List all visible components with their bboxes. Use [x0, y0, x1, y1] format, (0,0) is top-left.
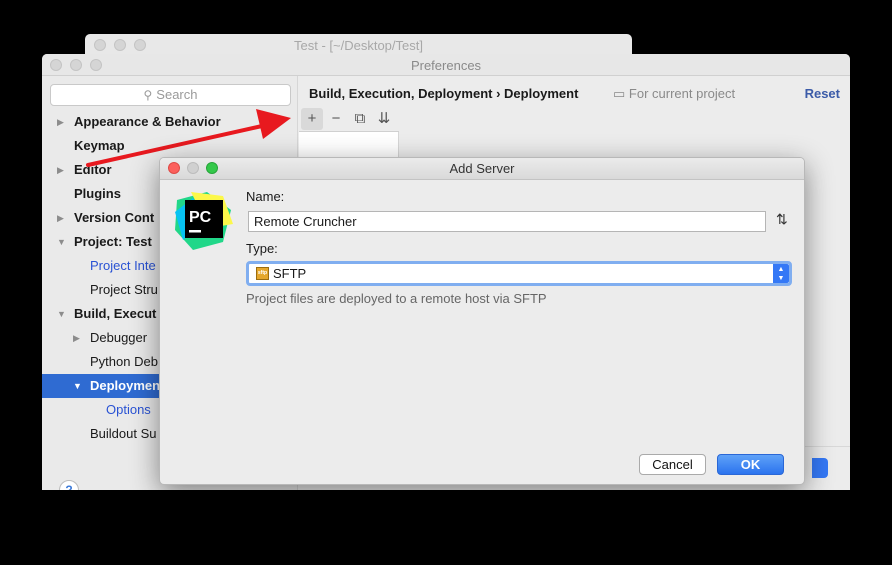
tree-item-label: Debugger: [90, 330, 148, 345]
collapsed-arrow-icon[interactable]: ▶: [57, 158, 64, 182]
search-placeholder: Search: [156, 87, 198, 102]
tree-item-label: Plugins: [74, 186, 121, 201]
tree-item[interactable]: Keymap: [42, 134, 298, 158]
ok-button[interactable]: OK: [717, 454, 784, 475]
search-icon: ⚲: [143, 88, 153, 102]
expanded-arrow-icon[interactable]: ▼: [73, 374, 82, 398]
breadcrumb: Build, Execution, Deployment › Deploymen…: [309, 86, 579, 101]
tree-item-label: Build, Execut: [74, 306, 157, 321]
remove-icon[interactable]: −: [325, 108, 347, 130]
sort-arrows-icon[interactable]: ⇅: [776, 211, 788, 228]
collapsed-arrow-icon[interactable]: ▶: [73, 326, 80, 350]
tree-item-label: Project Stru: [90, 282, 158, 297]
tree-item-label: Buildout Su: [90, 426, 157, 441]
deployment-toolbar: + − ⧉ ⇊: [299, 106, 399, 132]
project-scope-icon: ▭: [613, 86, 629, 101]
collapsed-arrow-icon[interactable]: ▶: [57, 206, 64, 230]
type-select[interactable]: sftp SFTP ▲ ▼: [246, 261, 792, 286]
pycharm-logo-icon: PC: [175, 192, 233, 250]
import-icon[interactable]: ⇊: [373, 108, 395, 130]
tree-item-label: Project Inte: [90, 258, 156, 273]
dialog-title: Add Server: [449, 161, 515, 176]
tree-item-label: Version Cont: [74, 210, 155, 225]
scope-label: ▭ For current project: [613, 86, 735, 102]
copy-icon[interactable]: ⧉: [349, 108, 371, 130]
name-label: Name:: [246, 189, 285, 204]
window-title: Test - [~/Desktop/Test]: [294, 38, 423, 53]
collapsed-arrow-icon[interactable]: ▶: [57, 110, 64, 134]
tree-item-label: Python Deb: [90, 354, 158, 369]
help-button[interactable]: ?: [59, 480, 79, 490]
logo-text: PC: [189, 209, 212, 226]
expanded-arrow-icon[interactable]: ▼: [57, 230, 66, 254]
scope-text: For current project: [628, 86, 736, 101]
sftp-icon: sftp: [256, 267, 269, 280]
type-value: SFTP: [273, 266, 307, 281]
preferences-titlebar: Preferences: [42, 54, 850, 76]
name-input[interactable]: Remote Cruncher: [248, 211, 766, 232]
expanded-arrow-icon[interactable]: ▼: [57, 302, 66, 326]
type-description: Project files are deployed to a remote h…: [246, 291, 547, 306]
tree-item[interactable]: ▶ Appearance & Behavior: [42, 110, 298, 134]
tree-item-label: Appearance & Behavior: [74, 114, 221, 129]
chevron-updown-icon[interactable]: ▲ ▼: [773, 264, 789, 283]
tree-item-label: Keymap: [74, 138, 125, 153]
reset-link[interactable]: Reset: [805, 86, 840, 101]
add-server-dialog: Add Server PC Name: Remote Cruncher ⇅ Ty…: [159, 157, 805, 485]
search-input[interactable]: ⚲ Search: [50, 84, 291, 106]
add-icon[interactable]: +: [301, 108, 323, 130]
dialog-titlebar: Add Server: [160, 158, 804, 180]
preferences-ok-button[interactable]: [812, 458, 828, 478]
tree-item-label: Options: [106, 402, 151, 417]
tree-item-label: Deployment: [90, 378, 165, 393]
tree-item-label: Project: Test: [74, 234, 152, 249]
tree-item-label: Editor: [74, 162, 112, 177]
cancel-button[interactable]: Cancel: [639, 454, 706, 475]
type-label: Type:: [246, 241, 278, 256]
preferences-title: Preferences: [410, 58, 482, 73]
